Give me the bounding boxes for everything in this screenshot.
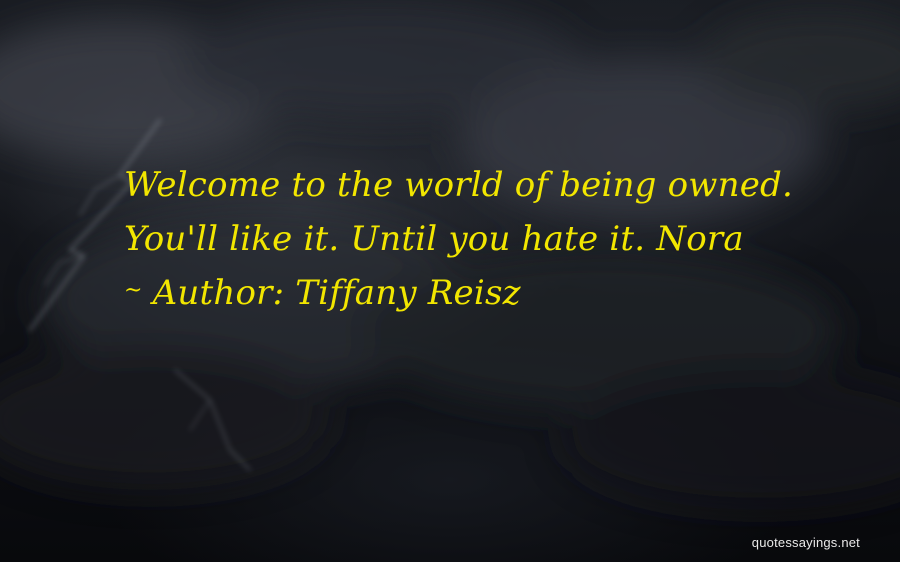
author-label: Author: <box>152 273 285 313</box>
tilde-mark: ~ <box>124 278 143 303</box>
quote-image: Welcome to the world of being owned. You… <box>0 0 900 562</box>
site-watermark: quotessayings.net <box>751 535 860 550</box>
quote-text-block: Welcome to the world of being owned. You… <box>124 158 844 322</box>
quote-line-1: Welcome to the world of being owned. <box>124 165 794 205</box>
author-attribution: ~ Author: Tiffany Reisz <box>124 266 844 322</box>
author-name: Tiffany Reisz <box>295 273 521 313</box>
quote-line-2: You'll like it. Until you hate it. Nora <box>124 219 744 259</box>
